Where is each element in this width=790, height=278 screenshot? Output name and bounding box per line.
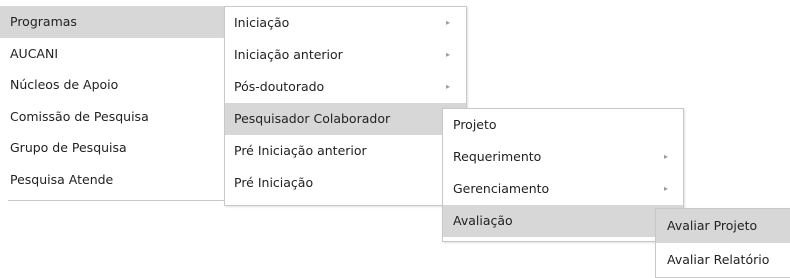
submenu-item-label: Avaliar Relatório [667, 252, 770, 267]
submenu-item-pos-doutorado[interactable]: Pós-doutorado ▸ [225, 71, 466, 103]
submenu-item-pesquisador-colaborador[interactable]: Pesquisador Colaborador [225, 103, 466, 135]
submenu-item-pre-iniciacao-anterior[interactable]: Pré Iniciação anterior [225, 135, 466, 167]
submenu-arrow-icon: ▸ [664, 152, 669, 161]
submenu-item-label: Pesquisador Colaborador [234, 111, 391, 126]
submenu-item-label: Pós-doutorado [234, 79, 325, 94]
menu-item-label: Pesquisa Atende [10, 171, 114, 187]
menu-item-label: AUCANI [10, 45, 59, 61]
avaliacao-submenu: Avaliar Projeto Avaliar Relatório [655, 208, 790, 278]
menu-item-nucleos-de-apoio[interactable]: Núcleos de Apoio [0, 69, 224, 101]
submenu-item-label: Iniciação [234, 15, 290, 30]
submenu-item-requerimento[interactable]: Requerimento ▸ [443, 141, 683, 173]
submenu-item-gerenciamento[interactable]: Gerenciamento ▸ [443, 173, 683, 205]
submenu-item-label: Gerenciamento [453, 181, 550, 196]
submenu-item-label: Projeto [453, 117, 497, 132]
menu-item-label: Programas [10, 14, 77, 29]
submenu-item-label: Avaliar Projeto [667, 218, 758, 233]
submenu-item-label: Pré Iniciação [234, 175, 314, 190]
submenu-item-avaliar-relatorio[interactable]: Avaliar Relatório [656, 243, 790, 277]
submenu-arrow-icon: ▸ [446, 18, 451, 27]
menu-item-label: Núcleos de Apoio [10, 77, 119, 92]
menu-item-comissao-de-pesquisa[interactable]: Comissão de Pesquisa [0, 101, 224, 133]
submenu-arrow-icon: ▸ [664, 184, 669, 193]
submenu-item-label: Iniciação anterior [234, 47, 343, 62]
submenu-item-avaliar-projeto[interactable]: Avaliar Projeto [656, 209, 790, 243]
menu-item-pesquisa-atende[interactable]: Pesquisa Atende [0, 164, 224, 196]
menu-item-label: Comissão de Pesquisa [10, 108, 149, 124]
submenu-item-avaliacao[interactable]: Avaliação [443, 205, 683, 237]
submenu-item-iniciacao-anterior[interactable]: Iniciação anterior ▸ [225, 39, 466, 71]
menu-item-label: Grupo de Pesquisa [10, 140, 127, 155]
submenu-arrow-icon: ▸ [446, 50, 451, 59]
submenu-arrow-icon: ▸ [446, 82, 451, 91]
menu-item-programas[interactable]: Programas [0, 6, 224, 38]
submenu-item-label: Pré Iniciação anterior [234, 143, 367, 158]
menu-divider [8, 200, 224, 201]
pesquisador-colaborador-submenu: Projeto Requerimento ▸ Gerenciamento ▸ A… [442, 108, 684, 242]
submenu-item-label: Avaliação [453, 213, 513, 228]
programas-submenu: Iniciação ▸ Iniciação anterior ▸ Pós-dou… [224, 6, 467, 206]
menu-item-grupo-de-pesquisa[interactable]: Grupo de Pesquisa [0, 132, 224, 164]
submenu-item-label: Requerimento [453, 149, 542, 164]
submenu-item-projeto[interactable]: Projeto [443, 109, 683, 141]
main-menu: Programas AUCANI Núcleos de Apoio Comiss… [0, 6, 224, 201]
menu-item-aucani[interactable]: AUCANI [0, 38, 224, 70]
submenu-item-iniciacao[interactable]: Iniciação ▸ [225, 7, 466, 39]
submenu-item-pre-iniciacao[interactable]: Pré Iniciação [225, 167, 466, 199]
